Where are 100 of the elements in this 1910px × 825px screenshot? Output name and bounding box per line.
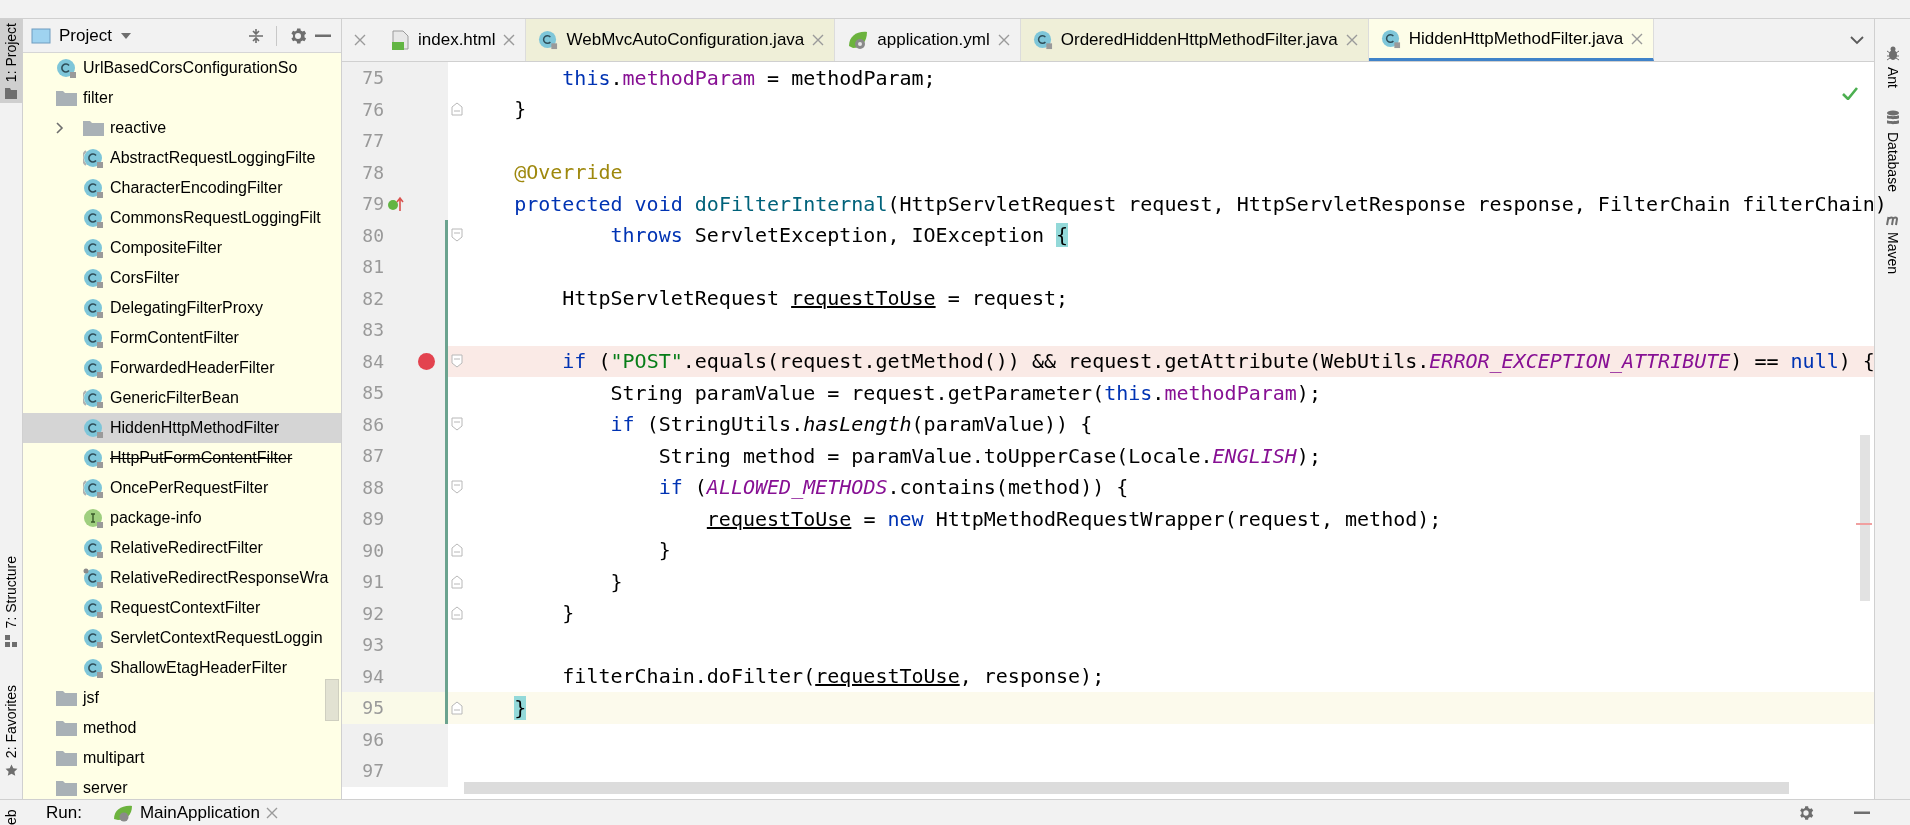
- chevron-right-icon[interactable]: [56, 122, 64, 134]
- close-icon[interactable]: [1345, 34, 1358, 46]
- tree-item-label: AbstractRequestLoggingFilte: [110, 149, 316, 167]
- folder-icon: [56, 90, 77, 106]
- tree-item[interactable]: ServletContextRequestLoggin: [23, 623, 341, 653]
- panel-title[interactable]: Project: [59, 25, 112, 46]
- tool-window-tab[interactable]: 1: Project: [0, 19, 22, 104]
- code-line: requestToUse = new HttpMethodRequestWrapper(request, method);: [705, 506, 1442, 531]
- tree-item[interactable]: OncePerRequestFilter: [23, 473, 341, 503]
- fold-icon[interactable]: [451, 228, 463, 243]
- scrollbar-thumb[interactable]: [325, 679, 339, 721]
- tree-item[interactable]: AbstractRequestLoggingFilte: [23, 143, 341, 173]
- tree-item[interactable]: package-info: [23, 503, 341, 533]
- class-icon: [83, 237, 104, 259]
- bug-icon: [1885, 45, 1900, 61]
- tree-item-label: HttpPutFormContentFilter: [110, 449, 293, 467]
- close-icon[interactable]: [265, 806, 278, 819]
- scrollbar-thumb[interactable]: [1860, 435, 1870, 601]
- leaf-icon: [111, 803, 134, 822]
- chevron-down-icon[interactable]: [1850, 35, 1864, 45]
- close-icon[interactable]: [1631, 32, 1644, 45]
- close-icon[interactable]: [503, 34, 516, 46]
- structure-icon: [5, 634, 17, 647]
- tree-item[interactable]: ShallowEtagHeaderFilter: [23, 653, 341, 683]
- fold-icon[interactable]: [451, 102, 463, 117]
- line-number: 97: [361, 760, 384, 782]
- editor-tab[interactable]: HiddenHttpMethodFilter.java: [1368, 19, 1655, 61]
- class-icon: [538, 30, 559, 50]
- close-icon[interactable]: [812, 34, 825, 46]
- settings-icon[interactable]: [1798, 804, 1814, 821]
- tree-item[interactable]: jsf: [23, 683, 341, 713]
- tree-item[interactable]: UrlBasedCorsConfigurationSo: [23, 53, 341, 83]
- editor-tab[interactable]: OrderedHiddenHttpMethodFilter.java: [1020, 19, 1369, 61]
- editor-tab[interactable]: WebMvcAutoConfiguration.java: [526, 19, 836, 61]
- fold-icon[interactable]: [451, 574, 463, 589]
- run-tab[interactable]: MainApplication: [111, 802, 278, 823]
- line-number: 89: [361, 508, 384, 530]
- implements-marker-icon[interactable]: [387, 195, 405, 212]
- tree-item-label: filter: [83, 89, 114, 107]
- scrollbar-thumb[interactable]: [464, 782, 1789, 794]
- code-line: HttpServletRequest requestToUse = request;: [561, 286, 1069, 311]
- class-icon: [83, 447, 104, 469]
- tree-item[interactable]: CompositeFilter: [23, 233, 341, 263]
- fold-icon[interactable]: [451, 417, 463, 432]
- tool-window-tab[interactable]: Ant: [1884, 45, 1901, 88]
- check-icon: [1842, 87, 1858, 100]
- code-line: filterChain.doFilter(requestToUse, response);: [561, 664, 1105, 689]
- tree-item[interactable]: DelegatingFilterProxy: [23, 293, 341, 323]
- tree-item[interactable]: RequestContextFilter: [23, 593, 341, 623]
- class-icon: [1380, 28, 1401, 49]
- tree-item[interactable]: GenericFilterBean: [23, 383, 341, 413]
- tree-item-label: DelegatingFilterProxy: [110, 299, 263, 317]
- tree-item[interactable]: HttpPutFormContentFilter: [23, 443, 341, 473]
- tool-window-tab[interactable]: eb: [3, 800, 19, 825]
- tree-item[interactable]: reactive: [23, 113, 341, 143]
- editor-tab[interactable]: application.yml: [835, 19, 1021, 61]
- collapse-all-icon[interactable]: [248, 27, 264, 44]
- tree-item[interactable]: RelativeRedirectResponseWra: [23, 563, 341, 593]
- tree-item[interactable]: server: [23, 773, 341, 799]
- fold-icon[interactable]: [451, 543, 463, 558]
- editor-tab[interactable]: index.html: [380, 19, 527, 61]
- fold-icon[interactable]: [451, 480, 463, 495]
- tree-item[interactable]: RelativeRedirectFilter: [23, 533, 341, 563]
- line-number: 91: [361, 571, 384, 593]
- line-number: 77: [361, 130, 384, 152]
- tree-item[interactable]: filter: [23, 83, 341, 113]
- tree-item-label: HiddenHttpMethodFilter: [110, 419, 279, 437]
- settings-icon[interactable]: [289, 26, 307, 45]
- tree-item[interactable]: CorsFilter: [23, 263, 341, 293]
- line-number: 92: [361, 602, 384, 624]
- code-line: this.methodParam = methodParam;: [561, 65, 936, 90]
- code-line: String paramValue = request.getParameter(this.methodParam);: [609, 380, 1321, 405]
- tree-item-label: CommonsRequestLoggingFilt: [110, 209, 321, 227]
- tree-item[interactable]: multipart: [23, 743, 341, 773]
- database-icon: [1885, 110, 1900, 126]
- breakpoint-icon[interactable]: [418, 352, 435, 370]
- minimize-icon[interactable]: [1854, 810, 1870, 815]
- tree-item[interactable]: HiddenHttpMethodFilter: [23, 413, 341, 443]
- html-file-icon: [392, 30, 410, 50]
- fold-icon[interactable]: [451, 354, 463, 369]
- tool-window-tab[interactable]: Maven: [1884, 213, 1901, 274]
- close-icon[interactable]: [354, 34, 366, 46]
- code-line: @Override: [513, 160, 623, 185]
- minimize-icon[interactable]: [315, 33, 331, 38]
- line-number: 80: [361, 224, 384, 246]
- tree-item[interactable]: FormContentFilter: [23, 323, 341, 353]
- close-icon[interactable]: [997, 34, 1010, 46]
- tool-window-tab[interactable]: 7: Structure: [0, 552, 22, 651]
- tool-window-tab[interactable]: Database: [1884, 110, 1901, 192]
- tree-item[interactable]: CharacterEncodingFilter: [23, 173, 341, 203]
- line-number: 78: [361, 161, 384, 183]
- tool-window-tab[interactable]: 2: Favorites: [0, 680, 22, 781]
- tree-item-label: RequestContextFilter: [110, 599, 261, 617]
- tree-item[interactable]: method: [23, 713, 341, 743]
- tree-item[interactable]: CommonsRequestLoggingFilt: [23, 203, 341, 233]
- fold-icon[interactable]: [451, 606, 463, 621]
- caret-icon[interactable]: [119, 31, 132, 40]
- tree-item[interactable]: ForwardedHeaderFilter: [23, 353, 341, 383]
- code-line: }: [513, 97, 527, 122]
- fold-icon[interactable]: [451, 700, 463, 715]
